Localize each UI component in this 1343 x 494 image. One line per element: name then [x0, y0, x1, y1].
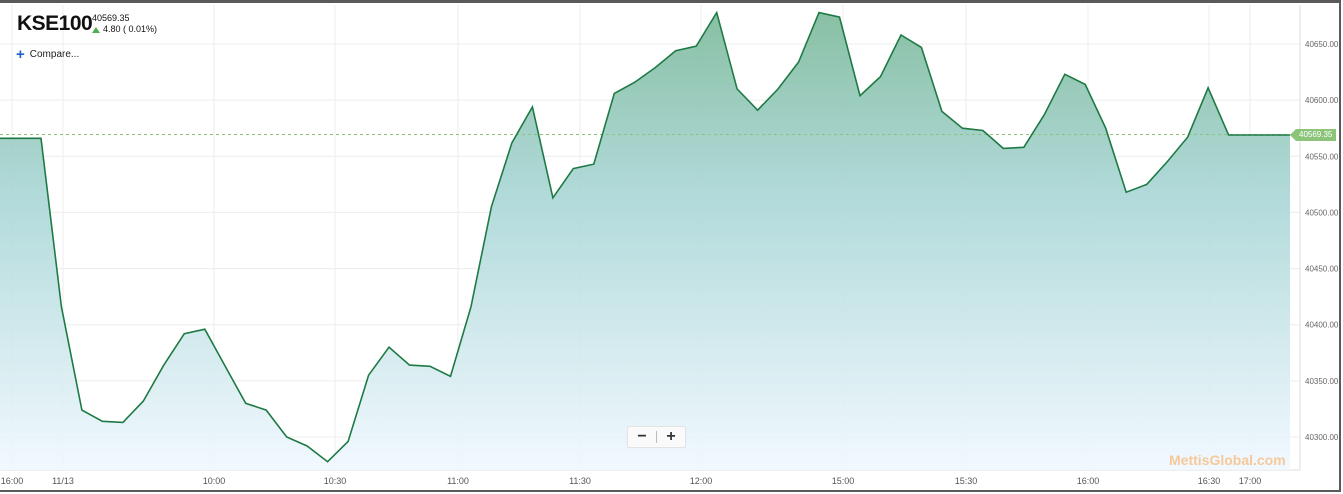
compare-button[interactable]: + Compare... — [16, 45, 80, 63]
x-tick-label: 12:00 — [690, 476, 713, 486]
x-tick-label: 17:00 — [1239, 476, 1262, 486]
zoom-in-button[interactable]: + — [657, 428, 685, 446]
watermark-logo: MettisGlobal.com — [1169, 452, 1286, 468]
price-chart[interactable]: 16:00 11/13 10:00 10:30 11:00 11:30 12:00 15:00… — [0, 0, 1343, 494]
y-tick-label: 40450.00 — [1305, 265, 1339, 274]
change-row: 4.80 ( 0.01%) — [92, 24, 157, 35]
symbol-header: KSE100 — [17, 12, 93, 36]
zoom-controls: − + — [627, 426, 686, 448]
last-value: 40569.35 — [92, 13, 130, 23]
x-tick-label: 11:00 — [447, 476, 469, 486]
last-price-label: 40569.35 — [1289, 129, 1337, 141]
y-tick-label: 40300.00 — [1305, 433, 1339, 442]
y-tick-label: 40400.00 — [1305, 321, 1339, 330]
y-tick-label: 40550.00 — [1305, 152, 1339, 161]
x-tick-label: 15:00 — [832, 476, 855, 486]
x-tick-label: 11/13 — [52, 476, 74, 486]
quote-box: 40569.35 4.80 ( 0.01%) — [92, 13, 157, 35]
x-tick-label: 16:00 — [1077, 476, 1100, 486]
x-tick-label: 10:30 — [324, 476, 347, 486]
zoom-out-button[interactable]: − — [628, 428, 656, 446]
y-tick-label: 40350.00 — [1305, 377, 1339, 386]
x-tick-label: 15:30 — [955, 476, 978, 486]
x-tick-label: 16:30 — [1198, 476, 1221, 486]
symbol-name: KSE100 — [17, 12, 93, 35]
compare-label: Compare... — [29, 49, 80, 60]
x-tick-label: 16:00 — [1, 476, 24, 486]
plus-icon: + — [16, 45, 25, 63]
price-area — [0, 12, 1290, 470]
y-tick-label: 40500.00 — [1305, 208, 1339, 217]
y-tick-label: 40600.00 — [1305, 96, 1339, 105]
up-arrow-icon — [92, 26, 100, 33]
change-value: 4.80 ( 0.01%) — [103, 24, 158, 34]
y-tick-label: 40650.00 — [1305, 40, 1339, 49]
x-tick-label: 10:00 — [203, 476, 226, 486]
x-tick-label: 11:30 — [569, 476, 591, 486]
